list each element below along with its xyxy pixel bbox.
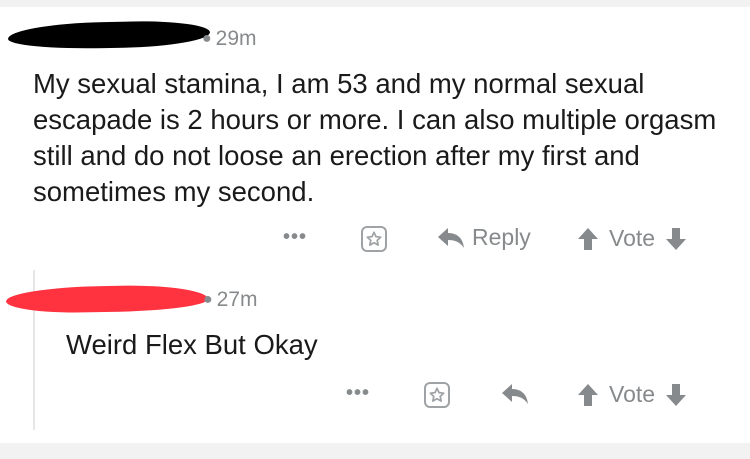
vote-label: Vote [609, 381, 656, 407]
reply-icon [436, 225, 466, 251]
reply-timestamp: ● 27m [203, 288, 258, 311]
more-icon: ••• [346, 382, 371, 404]
save-button[interactable] [361, 226, 387, 252]
vote-controls: Vote [577, 225, 687, 252]
comment-timestamp: ● 29m [202, 27, 257, 50]
reply-button[interactable] [500, 381, 530, 407]
downvote-icon[interactable] [665, 383, 687, 407]
more-options-button[interactable]: ••• [283, 226, 307, 249]
reply-button[interactable]: Reply [436, 224, 531, 251]
reply-body: Weird Flex But Okay [66, 329, 318, 360]
save-button[interactable] [424, 382, 450, 408]
comment-body: My sexual stamina, I am 53 and my normal… [33, 68, 717, 207]
vote-controls: Vote [577, 381, 687, 408]
star-icon [361, 226, 387, 252]
star-icon [424, 382, 450, 408]
vote-label: Vote [609, 225, 656, 251]
upvote-icon[interactable] [577, 227, 599, 251]
reply-icon [500, 381, 530, 407]
upvote-icon[interactable] [577, 383, 599, 407]
more-icon: ••• [283, 226, 308, 248]
reply-label: Reply [472, 224, 531, 250]
downvote-icon[interactable] [665, 227, 687, 251]
more-options-button[interactable]: ••• [346, 382, 370, 405]
